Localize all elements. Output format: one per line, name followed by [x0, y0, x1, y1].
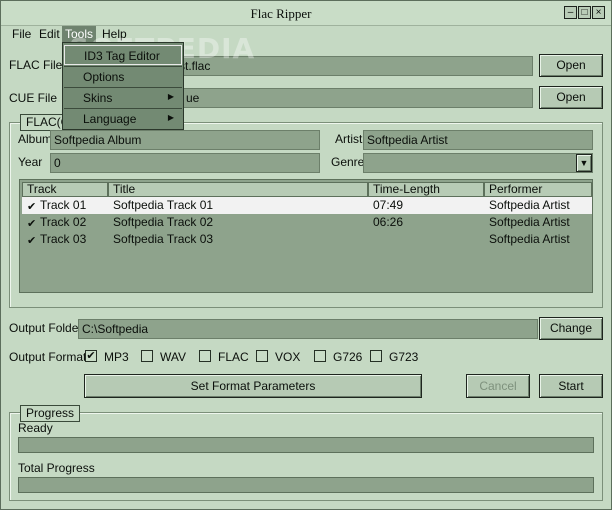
- flac-open-button[interactable]: Open: [539, 54, 603, 77]
- close-icon[interactable]: ×: [592, 6, 605, 19]
- mp3-checkbox[interactable]: ✔: [85, 350, 97, 362]
- g726-checkbox[interactable]: [314, 350, 326, 362]
- output-folder-input[interactable]: C:\Softpedia: [78, 319, 538, 339]
- artist-label: Artist: [335, 132, 363, 146]
- window-title: Flac Ripper: [250, 6, 312, 21]
- column-header-title[interactable]: Title: [108, 182, 368, 197]
- year-label: Year: [18, 155, 43, 169]
- flac-checkbox[interactable]: [199, 350, 211, 362]
- flac-ripper-window: Flac Ripper – □ × File Edit Tools Help F…: [0, 0, 612, 510]
- mp3-label: MP3: [104, 350, 129, 364]
- column-header-performer[interactable]: Performer: [484, 182, 592, 197]
- menu-item-id3-tag-editor[interactable]: ID3 Tag Editor: [64, 45, 182, 65]
- flac-label: FLAC: [218, 350, 249, 364]
- cue-open-button[interactable]: Open: [539, 86, 603, 109]
- output-folder-label: Output Folder: [9, 321, 83, 335]
- table-row[interactable]: ✔ Track 03 Softpedia Track 03 Softpedia …: [22, 231, 592, 248]
- change-folder-button[interactable]: Change: [539, 317, 603, 340]
- track-list[interactable]: Track Title Time-Length Performer ✔ Trac…: [19, 179, 593, 293]
- wav-checkbox[interactable]: [141, 350, 153, 362]
- album-input[interactable]: Softpedia Album: [50, 130, 320, 150]
- genre-label: Genre: [331, 155, 365, 169]
- time-cell: 07:49: [373, 198, 404, 212]
- submenu-arrow-icon: ▶: [167, 92, 174, 101]
- vox-checkbox[interactable]: [256, 350, 268, 362]
- submenu-arrow-icon: ▶: [167, 113, 174, 122]
- cue-file-value: ue: [186, 91, 200, 105]
- menu-item-label: ID3 Tag Editor: [84, 49, 160, 63]
- performer-cell: Softpedia Artist: [489, 198, 570, 212]
- vox-label: VOX: [275, 350, 301, 364]
- g723-label: G723: [389, 350, 419, 364]
- check-icon[interactable]: ✔: [27, 217, 36, 230]
- maximize-icon[interactable]: □: [578, 6, 591, 19]
- artist-input[interactable]: Softpedia Artist: [363, 130, 593, 150]
- total-progress-label: Total Progress: [18, 461, 95, 475]
- year-input[interactable]: 0: [50, 153, 320, 173]
- g723-checkbox[interactable]: [370, 350, 382, 362]
- table-row[interactable]: ✔ Track 01 Softpedia Track 01 07:49 Soft…: [22, 197, 592, 214]
- track-cell: Track 03: [40, 232, 87, 246]
- minimize-icon[interactable]: –: [564, 6, 577, 19]
- track-cell: Track 01: [40, 198, 87, 212]
- menu-item-skins[interactable]: Skins ▶: [64, 88, 182, 108]
- set-format-parameters-button[interactable]: Set Format Parameters: [84, 374, 422, 398]
- flac-file-label: FLAC File: [9, 58, 63, 72]
- menu-file[interactable]: File: [12, 27, 31, 41]
- menu-item-label: Language: [83, 112, 137, 126]
- check-icon[interactable]: ✔: [27, 200, 36, 213]
- title-cell: Softpedia Track 01: [113, 198, 214, 212]
- time-cell: 06:26: [373, 215, 404, 229]
- check-icon[interactable]: ✔: [27, 234, 36, 247]
- menu-item-language[interactable]: Language ▶: [64, 109, 182, 129]
- column-header-track[interactable]: Track: [22, 182, 108, 197]
- track-cell: Track 02: [40, 215, 87, 229]
- chevron-down-icon[interactable]: ▼: [576, 154, 592, 172]
- cue-file-label: CUE File: [9, 91, 58, 105]
- menu-item-label: Options: [83, 70, 125, 84]
- performer-cell: Softpedia Artist: [489, 215, 570, 229]
- output-format-label: Output Format:: [9, 350, 90, 364]
- g726-label: G726: [333, 350, 363, 364]
- title-cell: Softpedia Track 02: [113, 215, 214, 229]
- status-progress-bar: [18, 437, 594, 453]
- album-label: Album: [18, 132, 53, 146]
- tools-menu: ID3 Tag Editor Options Skins ▶ Language …: [62, 42, 184, 130]
- performer-cell: Softpedia Artist: [489, 232, 570, 246]
- start-button[interactable]: Start: [539, 374, 603, 398]
- title-bar: Flac Ripper – □ ×: [1, 1, 611, 26]
- genre-select[interactable]: [363, 153, 593, 173]
- wav-label: WAV: [160, 350, 186, 364]
- menu-item-label: Skins: [83, 91, 113, 105]
- menu-edit[interactable]: Edit: [39, 27, 60, 41]
- menu-item-options[interactable]: Options: [64, 67, 182, 87]
- cancel-button[interactable]: Cancel: [466, 374, 530, 398]
- column-header-time[interactable]: Time-Length: [368, 182, 484, 197]
- title-cell: Softpedia Track 03: [113, 232, 214, 246]
- progress-group-title: Progress: [20, 405, 81, 422]
- table-row[interactable]: ✔ Track 02 Softpedia Track 02 06:26 Soft…: [22, 214, 592, 231]
- total-progress-bar: [18, 477, 594, 493]
- status-text: Ready: [18, 421, 53, 435]
